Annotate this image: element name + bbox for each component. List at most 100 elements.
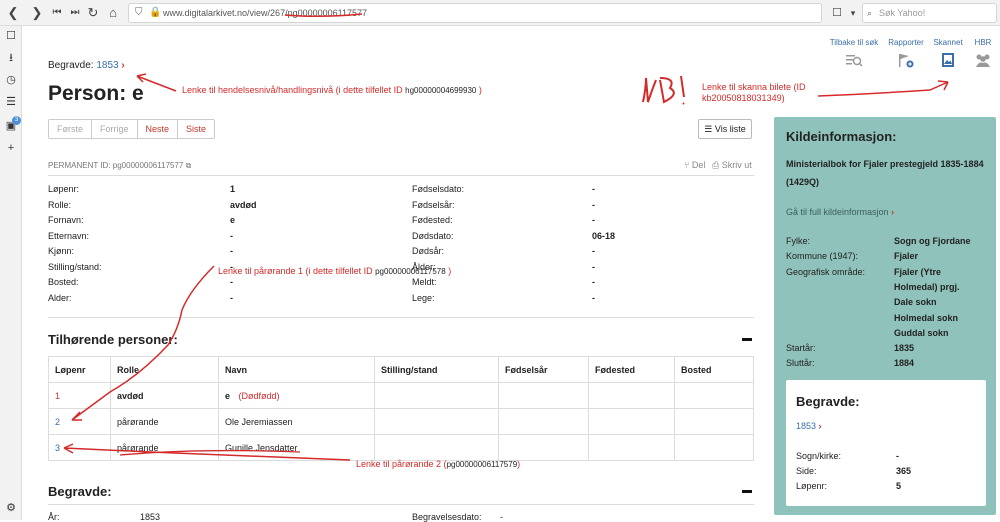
last-page-icon[interactable]: ⏭ <box>66 4 84 22</box>
chevron-down-icon[interactable]: ▾ <box>844 4 862 22</box>
pager-first[interactable]: Første <box>49 120 92 138</box>
field-value: - <box>592 199 595 210</box>
bookmark-icon[interactable]: ☐ <box>3 28 19 44</box>
pager-prev[interactable]: Forrige <box>92 120 138 138</box>
row-rolle: pårørande <box>110 434 219 461</box>
print-action[interactable]: ⎙ Skriv ut <box>712 160 752 171</box>
begravde-year-link[interactable]: 1853 <box>96 60 118 71</box>
field-label: Etternavn: <box>48 230 90 241</box>
table-row: 1 avdød e (Dødfødd) <box>48 382 754 409</box>
shield-icon: ⛉ <box>135 7 143 18</box>
search-placeholder: Søk Yahoo! <box>879 8 926 18</box>
tilhorende-table: Løpenr Rolle Navn Stilling/stand Fødsels… <box>48 356 754 461</box>
print-icon: ⎙ <box>712 160 720 170</box>
arrow-to-skannet <box>817 80 949 97</box>
chevron-right-icon: › <box>818 421 822 431</box>
row-rolle: pårørande <box>110 408 219 435</box>
notes-icon[interactable]: ☰ <box>3 94 19 110</box>
search-list-icon <box>846 55 863 67</box>
kilde-full-link[interactable]: Gå til full kildeinformasjon › <box>786 207 894 217</box>
field-value: - <box>230 230 233 241</box>
back-icon[interactable]: ❮ <box>4 4 22 22</box>
field-label: Side: <box>796 466 817 476</box>
col-header: Fødselsår <box>498 356 589 383</box>
field-value: - <box>592 215 595 225</box>
col-header: Navn <box>218 356 375 383</box>
chevron-right-icon: › <box>891 207 895 217</box>
field-value: - <box>592 261 595 272</box>
begravde-heading: Begravde: <box>48 484 112 499</box>
field-label: Fødselsår: <box>412 199 455 210</box>
tool-skannet[interactable]: Skannet <box>930 38 966 68</box>
field-value: 1 <box>230 184 236 194</box>
pager-last[interactable]: Siste <box>178 120 214 138</box>
history-icon[interactable]: ◷ <box>3 72 19 88</box>
tool-tilbake[interactable]: Tilbake til søk <box>826 38 882 68</box>
add-icon[interactable]: + <box>3 140 19 156</box>
field-value: - <box>230 292 233 303</box>
browser-sidebar: ☐ ⭳ ◷ ☰ ▣ 3 + ⚙ <box>0 26 22 520</box>
row-nr-link[interactable]: 2 <box>48 408 111 435</box>
row-navn: Gunille Jensdatter <box>218 434 375 461</box>
table-header-row: Løpenr Rolle Navn Stilling/stand Fødsels… <box>48 356 754 383</box>
first-page-icon[interactable]: ⏮ <box>48 4 66 22</box>
field-label: Fylke: <box>786 236 811 246</box>
row-nr-link[interactable]: 3 <box>48 434 111 461</box>
row-navn: Ole Jeremiassen <box>218 408 375 435</box>
begravelsesdato-value: - <box>500 512 503 522</box>
field-value: 1884 <box>894 358 915 369</box>
download-icon[interactable]: ⭳ <box>3 50 19 66</box>
search-input[interactable]: ⌕ Søk Yahoo! <box>862 3 997 23</box>
collapse-icon[interactable] <box>742 490 752 493</box>
image-icon <box>942 53 954 67</box>
field-value: - <box>230 246 233 256</box>
field-label: Dødsdato: <box>412 230 454 241</box>
field-value: Holmedal sokn <box>894 312 959 323</box>
copy-icon[interactable]: ⧉ <box>186 161 192 170</box>
field-label: Bosted: <box>48 277 79 287</box>
reload-icon[interactable]: ↻ <box>84 4 102 22</box>
field-value: Fjaler (Ytre <box>894 266 942 277</box>
field-label: Geografisk område: <box>786 266 866 277</box>
field-label: Rolle: <box>48 199 72 210</box>
browser-toolbar: ❮ ❯ ⏮ ⏭ ↻ ⌂ ⛉ 🔒 www.digitalarkivet.no/vi… <box>0 0 1000 26</box>
vis-liste-button[interactable]: ☰ Vis liste <box>698 119 752 139</box>
field-value: e <box>230 215 236 225</box>
address-bar[interactable]: ⛉ 🔒 www.digitalarkivet.no/view/267/pg000… <box>128 3 822 23</box>
url-host: www.digitalarkivet.no <box>163 8 248 18</box>
field-label: Fødselsdato: <box>412 184 465 194</box>
chevron-right-icon: › <box>121 60 125 71</box>
flag-plus-icon <box>899 54 914 68</box>
tool-hbr[interactable]: HBR <box>970 38 996 68</box>
field-value: Guddal sokn <box>894 327 949 338</box>
home-icon[interactable]: ⌂ <box>104 4 122 22</box>
field-value: avdød <box>230 199 257 210</box>
pager: Første Forrige Neste Siste <box>48 119 216 139</box>
gear-icon[interactable]: ⚙ <box>3 500 19 516</box>
field-value: Dale sokn <box>894 297 937 308</box>
tabs-badge: 3 <box>12 116 21 125</box>
forward-icon[interactable]: ❯ <box>28 4 46 22</box>
field-label: Løpenr: <box>48 184 80 194</box>
begravde-box-year-link[interactable]: 1853 › <box>796 421 822 431</box>
col-header: Stilling/stand <box>374 356 499 383</box>
annotation-parorande-2: Lenke til pårørande 2 (pg00000006117579) <box>356 459 521 469</box>
row-navn: e (Dødfødd) <box>218 382 375 409</box>
tool-rapporter[interactable]: Rapporter <box>884 38 928 68</box>
pager-next[interactable]: Neste <box>138 120 179 138</box>
field-value: 5 <box>896 481 902 491</box>
annotation-handlingsniva: Lenke til hendelsesnivå/handlingsnivå (i… <box>182 85 482 95</box>
field-label: Lege: <box>412 292 435 303</box>
field-value: 06-18 <box>592 230 616 241</box>
field-value: - <box>592 246 595 256</box>
share-action[interactable]: ⑂ Del <box>684 160 705 170</box>
field-label: Fødested: <box>412 215 453 225</box>
collapse-icon[interactable] <box>742 338 752 341</box>
breadcrumb: Begravde: 1853 › <box>48 60 125 71</box>
field-label: Løpenr: <box>796 481 828 491</box>
divider <box>48 504 754 505</box>
col-header: Løpenr <box>48 356 111 383</box>
list-icon: ☰ <box>704 124 713 134</box>
field-label: Meldt: <box>412 277 437 287</box>
row-nr: 1 <box>48 382 111 409</box>
